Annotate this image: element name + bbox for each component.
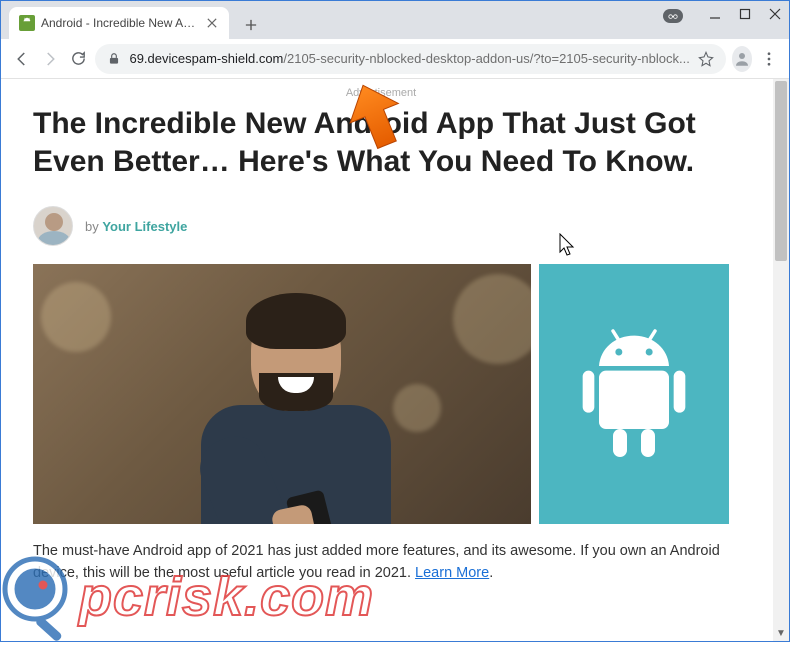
- byline-text: by Your Lifestyle: [85, 219, 187, 234]
- new-tab-button[interactable]: [237, 11, 265, 39]
- scrollbar-thumb[interactable]: [775, 81, 787, 261]
- maximize-button[interactable]: [739, 7, 751, 25]
- menu-button[interactable]: [758, 46, 779, 72]
- hero-side-panel: [539, 264, 729, 524]
- browser-tab[interactable]: Android - Incredible New App - I: [9, 7, 229, 39]
- window-controls: [663, 7, 781, 25]
- author-avatar: [33, 206, 73, 246]
- byline-prefix: by: [85, 219, 102, 234]
- hero-row: [33, 264, 729, 524]
- article-body: The must-have Android app of 2021 has ju…: [33, 540, 729, 585]
- browser-toolbar: 69.devicespam-shield.com/2105-security-n…: [1, 39, 789, 79]
- lock-icon: [107, 52, 121, 66]
- bookmark-star-icon[interactable]: [698, 51, 714, 67]
- advertisement-label: Advertisement: [33, 87, 729, 99]
- forward-button[interactable]: [39, 45, 61, 73]
- article-headline: The Incredible New Android App That Just…: [33, 105, 729, 180]
- page-viewport: ▲ ▼ Advertisement The Incredible New And…: [1, 79, 789, 641]
- android-icon: [574, 324, 694, 464]
- learn-more-link[interactable]: Learn More: [415, 565, 489, 581]
- back-button[interactable]: [11, 45, 33, 73]
- period: .: [489, 565, 493, 581]
- close-icon[interactable]: [205, 16, 219, 30]
- close-window-button[interactable]: [769, 7, 781, 25]
- author-name-link[interactable]: Your Lifestyle: [102, 219, 187, 234]
- window-titlebar: Android - Incredible New App - I: [1, 1, 789, 39]
- url-text: 69.devicespam-shield.com/2105-security-n…: [129, 51, 689, 66]
- article-byline: by Your Lifestyle: [33, 206, 729, 246]
- incognito-icon: [663, 9, 683, 23]
- reload-button[interactable]: [67, 45, 89, 73]
- page-content: Advertisement The Incredible New Android…: [1, 79, 761, 585]
- tab-title: Android - Incredible New App - I: [41, 16, 199, 30]
- vertical-scrollbar[interactable]: ▲ ▼: [773, 79, 789, 641]
- tab-favicon-android-icon: [19, 15, 35, 31]
- minimize-button[interactable]: [709, 7, 721, 25]
- article-body-text: The must-have Android app of 2021 has ju…: [33, 543, 720, 581]
- profile-avatar-button[interactable]: [732, 46, 753, 72]
- scrollbar-down-arrow-icon[interactable]: ▼: [773, 625, 789, 641]
- address-bar[interactable]: 69.devicespam-shield.com/2105-security-n…: [95, 44, 725, 74]
- hero-photo: [33, 264, 531, 524]
